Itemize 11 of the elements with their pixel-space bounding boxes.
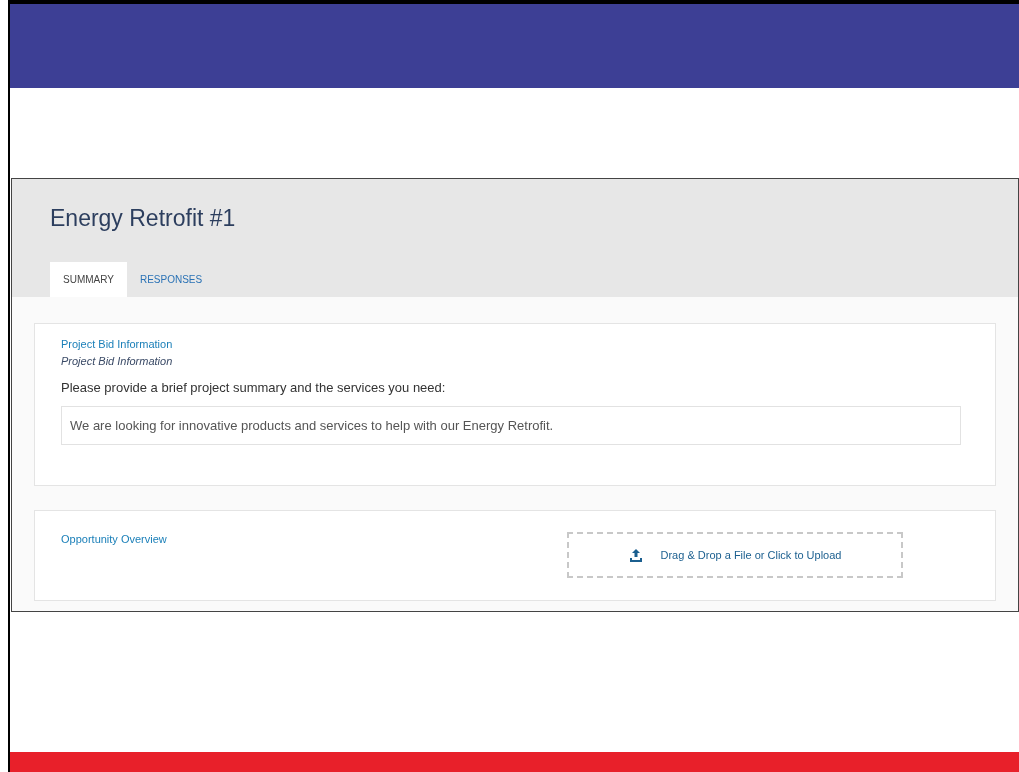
tab[interactable]: RESPONSES <box>126 262 216 297</box>
upload-dropzone[interactable]: Drag & Drop a File or Click to Upload <box>567 532 903 578</box>
question-label: Please provide a brief project summary and the services you need: <box>61 379 447 397</box>
upload-label: Drag & Drop a File or Click to Upload <box>660 547 842 563</box>
section-heading: Project Bid Information <box>61 337 174 352</box>
answer-field[interactable]: We are looking for innovative products and services to help with our Energy Retrofit. <box>61 405 961 445</box>
page-title: Energy Retrofit #1 <box>50 204 237 233</box>
upload-icon <box>628 548 643 562</box>
section-heading: Opportunity Overview <box>61 532 167 547</box>
section-subheading: Project Bid Information <box>61 353 174 369</box>
tab[interactable]: SUMMARY <box>50 262 127 297</box>
